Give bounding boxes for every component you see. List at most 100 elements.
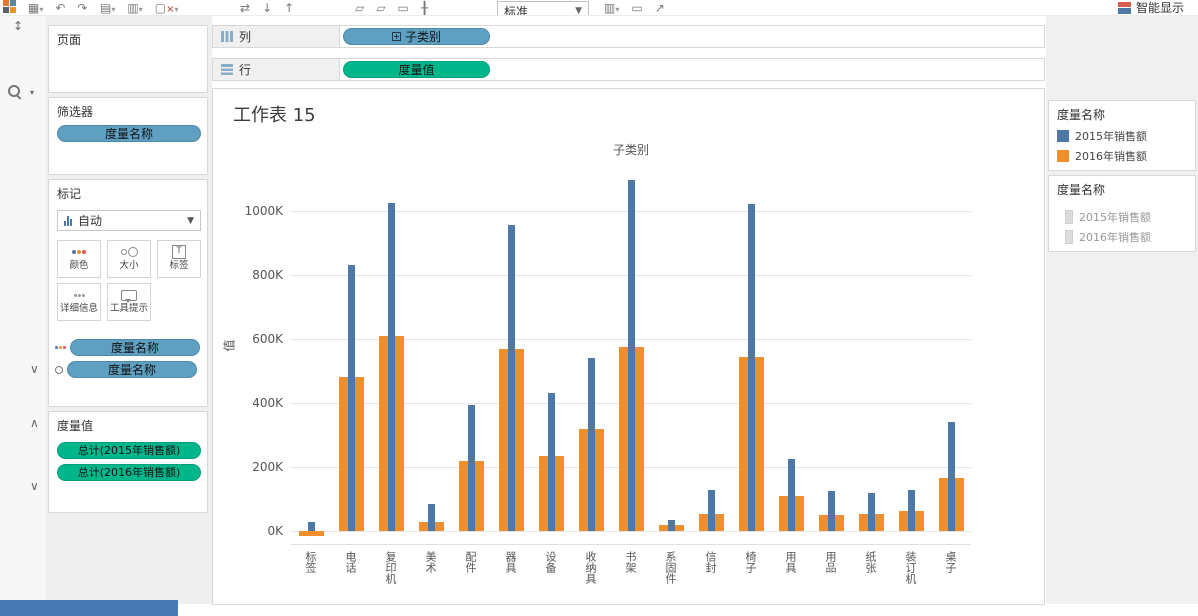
bar-mark[interactable]	[347, 265, 355, 532]
x-tick-label: 电话	[344, 551, 357, 573]
columns-drop-area[interactable]: 子类别	[340, 25, 1045, 48]
resize-pane-icon[interactable]: ↕	[13, 20, 23, 32]
bar-mark[interactable]	[587, 358, 595, 532]
bar-mark[interactable]	[307, 521, 315, 532]
add-data-source-icon[interactable]: ▦▾	[28, 0, 43, 15]
rows-shelf-label: 行	[212, 58, 340, 81]
rows-shelf: 行 度量值	[212, 58, 1045, 81]
side-rail: ↕ ▾ ∨ ∧ ∨	[0, 15, 47, 604]
detail-button[interactable]: 详细信息	[57, 283, 101, 321]
undo-icon[interactable]: ↶	[55, 0, 65, 15]
marks-pill-row-size: 度量名称	[55, 361, 197, 378]
text-label-icon: T	[158, 244, 200, 260]
bar-mark[interactable]	[298, 531, 324, 536]
pages-shelf[interactable]: 页面	[48, 25, 208, 93]
filter-pill-measure-names[interactable]: 度量名称	[57, 125, 201, 142]
highlight-icon[interactable]: ▱	[355, 0, 364, 15]
bar-mark[interactable]	[707, 489, 715, 532]
toolbar-group-sort: ⇄ ↓ ↑	[240, 0, 294, 15]
measure-values-pill-2016[interactable]: 总计(2016年销售额)	[57, 464, 201, 481]
show-me-icon	[1117, 1, 1131, 14]
legend-item[interactable]: 2016年销售额	[1049, 227, 1195, 247]
expand-field-icon[interactable]	[391, 32, 401, 41]
swap-axes-icon[interactable]: ⇄	[240, 0, 250, 15]
legend-swatch	[1057, 150, 1069, 162]
size-circle-icon	[55, 364, 63, 376]
fit-selector[interactable]: 标准 ▼	[497, 1, 589, 15]
legend-title: 度量名称	[1057, 183, 1106, 197]
marks-title: 标记	[57, 187, 82, 201]
bar-mark[interactable]	[787, 459, 795, 532]
clear-sheet-icon[interactable]: ▢×▾	[155, 0, 179, 15]
bar-mark[interactable]	[827, 491, 835, 532]
measure-values-title: 度量值	[57, 419, 94, 433]
bar-mark[interactable]	[747, 204, 755, 532]
marks-pill-measure-names-color[interactable]: 度量名称	[70, 339, 200, 356]
new-worksheet-icon[interactable]: ▤▾	[100, 0, 115, 15]
bar-mark[interactable]	[627, 180, 635, 532]
legend-label: 2016年销售额	[1079, 231, 1151, 244]
detail-label: 详细信息	[60, 303, 98, 314]
search-glyph	[8, 85, 20, 97]
chevron-down-icon: ▼	[187, 215, 194, 226]
bar-mark[interactable]	[387, 202, 395, 532]
legend-item[interactable]: 2016年销售额	[1049, 146, 1195, 166]
x-tick-label: 器具	[504, 551, 517, 573]
toolbar-group-sheets: ▤▾ ▥▾ ▢×▾	[100, 0, 179, 15]
share-icon[interactable]: ↗	[655, 0, 665, 15]
legend-items: 2015年销售额 2016年销售额	[1049, 126, 1195, 166]
bar-mark[interactable]	[867, 492, 875, 532]
search-chevron-icon[interactable]: ▾	[30, 87, 34, 99]
x-tick-label: 配件	[464, 551, 477, 573]
x-tick-label: 系固件	[664, 551, 677, 584]
rows-pill-measure-values[interactable]: 度量值	[343, 61, 490, 78]
color-button[interactable]: 颜色	[57, 240, 101, 278]
bar-mark[interactable]	[467, 404, 475, 532]
x-tick-label: 信封	[704, 551, 717, 573]
x-tick-label: 设备	[544, 551, 557, 573]
legend-item[interactable]: 2015年销售额	[1049, 207, 1195, 227]
bar-mark[interactable]	[427, 504, 435, 532]
size-label: 大小	[119, 260, 139, 271]
bar-mark[interactable]	[507, 225, 515, 532]
show-me-label: 智能显示	[1135, 1, 1184, 15]
rows-drop-area[interactable]: 度量值	[340, 58, 1045, 81]
sort-ascending-icon[interactable]: ↓	[262, 0, 272, 15]
x-tick-label: 椅子	[744, 551, 757, 573]
toolbar-group-view: ▥▾ ▭ ↗	[604, 0, 665, 15]
columns-pill-subcategory[interactable]: 子类别	[343, 28, 490, 45]
duplicate-sheet-icon[interactable]: ▥▾	[127, 0, 142, 15]
detail-icon	[58, 287, 100, 303]
x-axis-labels: 标签 电话 复印机 美术 配件 器具 设备 收纳具 书架 系固件 信封 椅子 用具 用品 纸张 装订机 桌子	[291, 548, 971, 604]
legend-item[interactable]: 2015年销售额	[1049, 126, 1195, 146]
mark-type-dropdown[interactable]: 自动 ▼	[57, 210, 201, 231]
x-tick-label: 用具	[784, 551, 797, 573]
size-button[interactable]: 大小	[107, 240, 151, 278]
search-icon[interactable]	[8, 85, 20, 99]
label-button[interactable]: T 标签	[157, 240, 201, 278]
tableau-logo-icon[interactable]	[3, 0, 16, 15]
tableau-logo-glyph	[3, 0, 16, 13]
scroll-down-icon[interactable]: ∨	[30, 363, 39, 375]
scroll-up-icon[interactable]: ∧	[30, 417, 39, 429]
group-members-icon[interactable]: ▱	[376, 0, 385, 15]
tooltip-button[interactable]: 工具提示	[107, 283, 151, 321]
color-dots-icon	[55, 342, 66, 354]
left-panel: 页面 筛选器 度量名称 标记 自动 ▼ 颜色 大小 T 标签 详细信息 工具提示…	[46, 15, 212, 604]
fix-axes-icon[interactable]: ╂	[421, 0, 428, 15]
measure-values-pill-2015[interactable]: 总计(2015年销售额)	[57, 442, 201, 459]
filters-shelf[interactable]: 筛选器 度量名称	[48, 97, 208, 175]
bar-mark[interactable]	[667, 520, 675, 532]
scroll-down-icon-2[interactable]: ∨	[30, 480, 39, 492]
bar-mark[interactable]	[947, 422, 955, 532]
bar-mark[interactable]	[907, 489, 915, 532]
bar-mark[interactable]	[547, 393, 555, 532]
redo-icon[interactable]: ↷	[77, 0, 87, 15]
show-me-button[interactable]: 智能显示	[1117, 0, 1184, 15]
show-mark-labels-icon[interactable]: ▭	[397, 0, 408, 15]
show-cards-icon[interactable]: ▥▾	[604, 0, 619, 15]
marks-pill-measure-names-size[interactable]: 度量名称	[67, 361, 197, 378]
presentation-mode-icon[interactable]: ▭	[631, 0, 642, 15]
plot-area[interactable]	[291, 166, 971, 545]
sort-descending-icon[interactable]: ↑	[284, 0, 294, 15]
